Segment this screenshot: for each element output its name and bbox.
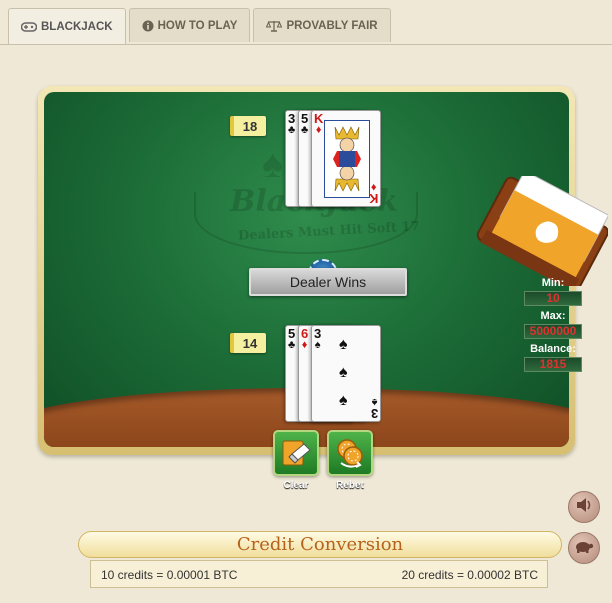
- balance-value: 1815: [524, 357, 582, 372]
- tab-provably-fair[interactable]: PROVABLY FAIR: [253, 8, 391, 42]
- player-card-2-suit: ♦: [301, 339, 308, 351]
- min-label: Min:: [541, 277, 565, 289]
- turtle-icon: [574, 538, 594, 559]
- spade-pip-3: ♠: [339, 392, 348, 409]
- player-score: 14: [230, 333, 266, 353]
- player-card-3-suit-bottom: ♠: [371, 396, 378, 408]
- rebet-label: Rebet: [336, 480, 364, 491]
- player-card-3-pips: ♠ ♠ ♠: [312, 326, 380, 421]
- balance-label: Balance:: [530, 343, 576, 355]
- scales-icon: [266, 20, 283, 32]
- dealer-card-3-suit: ♦: [315, 124, 322, 136]
- min-value: 10: [524, 291, 582, 306]
- credit-rate-right: 20 credits = 0.00002 BTC: [401, 568, 538, 582]
- max-label: Max:: [540, 310, 566, 322]
- spade-pip-1: ♠: [339, 336, 348, 353]
- dealer-card-3: K ♦ K ♦: [311, 110, 381, 207]
- spade-watermark-icon: ♠: [262, 142, 284, 186]
- tab-divider: [0, 44, 612, 45]
- result-banner: Dealer Wins: [249, 268, 407, 296]
- player-card-1-suit: ♣: [288, 339, 296, 351]
- credit-conversion-rates: 10 credits = 0.00001 BTC 20 credits = 0.…: [90, 560, 548, 588]
- tab-provably-fair-label: PROVABLY FAIR: [286, 19, 378, 32]
- card-shoe: [476, 176, 608, 286]
- dealer-card-3-rank-bottom: K: [368, 191, 378, 206]
- credit-conversion-header: Credit Conversion: [78, 531, 562, 558]
- dealer-card-3-suit-bottom: ♦: [370, 181, 377, 193]
- clear-button[interactable]: Clear: [273, 430, 319, 491]
- max-value: 5000000: [524, 324, 582, 339]
- dealer-score: 18: [230, 116, 266, 136]
- clear-label: Clear: [283, 480, 309, 491]
- tab-how-to-play-label: HOW TO PLAY: [157, 19, 238, 32]
- rebet-button[interactable]: Rebet: [327, 430, 373, 491]
- tab-blackjack-label: BLACKJACK: [41, 21, 113, 33]
- credit-rate-left: 10 credits = 0.00001 BTC: [101, 568, 238, 582]
- king-face-icon: [324, 120, 370, 198]
- sound-button[interactable]: [568, 491, 600, 523]
- tab-how-to-play[interactable]: HOW TO PLAY: [128, 8, 251, 42]
- speaker-icon: [575, 497, 593, 518]
- dealer-card-2-suit: ♣: [301, 124, 309, 136]
- rebet-chips-icon: [327, 430, 373, 476]
- dealer-card-1-suit: ♣: [288, 124, 296, 136]
- speed-button[interactable]: [568, 532, 600, 564]
- info-icon: [142, 20, 154, 32]
- credit-conversion-title: Credit Conversion: [236, 534, 404, 555]
- tab-blackjack[interactable]: BLACKJACK: [8, 8, 126, 45]
- player-card-3: 3 ♠ ♠ ♠ ♠ 3 ♠: [311, 325, 381, 422]
- spade-pip-2: ♠: [339, 364, 348, 381]
- eraser-icon: [273, 430, 319, 476]
- tab-bar: BLACKJACK HOW TO PLAY PROVABLY FAIR: [8, 8, 391, 45]
- gamepad-icon: [21, 22, 37, 32]
- player-card-3-rank-bottom: 3: [370, 406, 378, 421]
